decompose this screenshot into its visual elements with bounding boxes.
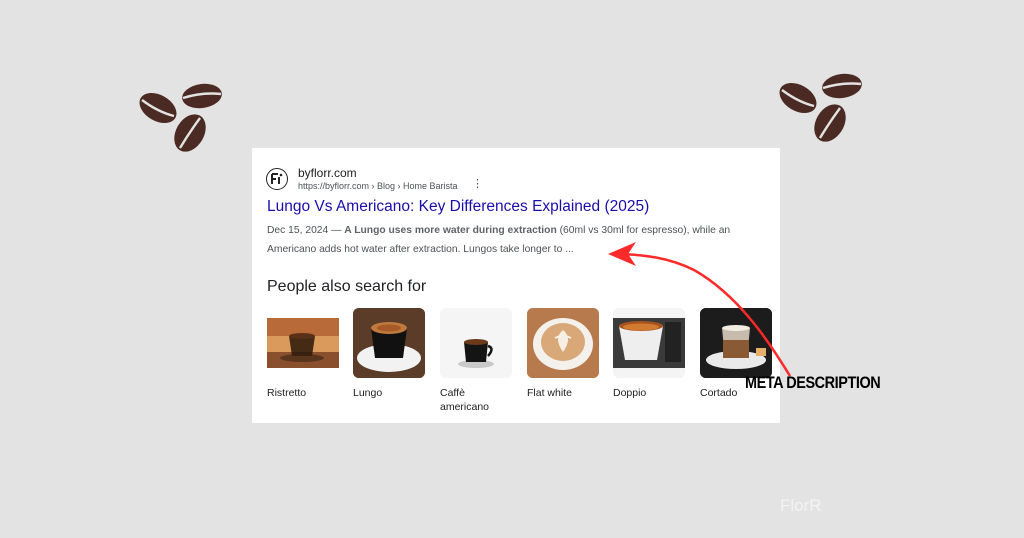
- watermark: FlorR: [780, 496, 822, 515]
- site-name: byflorr.com: [298, 166, 357, 180]
- coffee-beans-icon: [139, 83, 222, 152]
- related-search-caffe-americano[interactable]: Caffè americano: [440, 308, 512, 414]
- people-also-search-heading: People also search for: [267, 278, 427, 295]
- related-search-label: Flat white: [527, 387, 572, 399]
- related-search-flat-white[interactable]: Flat white: [527, 308, 599, 400]
- related-search-label: Ristretto: [267, 387, 307, 399]
- snippet-date: Dec 15, 2024 —: [267, 225, 345, 236]
- lungo-image: [353, 308, 425, 378]
- site-favicon-icon: [266, 168, 288, 190]
- snippet-highlight: A Lungo uses more water during extractio…: [344, 225, 557, 236]
- site-url: https://byflorr.com › Blog › Home Barist…: [298, 181, 458, 191]
- related-search-lungo[interactable]: Lungo: [353, 308, 425, 400]
- annotation-arrow-icon: [608, 242, 792, 377]
- flat-white-image: [527, 308, 599, 378]
- related-search-ristretto[interactable]: Ristretto: [267, 308, 339, 400]
- related-search-label: Doppio: [613, 387, 647, 399]
- snippet-text: Americano adds hot water after extractio…: [267, 244, 574, 255]
- ristretto-image: [267, 308, 339, 378]
- result-source[interactable]: byflorr.com https://byflorr.com › Blog ›…: [266, 166, 766, 194]
- caffe-americano-image: [440, 308, 512, 378]
- more-options-icon[interactable]: ⋮: [472, 179, 483, 190]
- coffee-beans-icon: [779, 73, 862, 142]
- related-search-label: Caffè americano: [440, 387, 490, 413]
- result-title-link[interactable]: Lungo Vs Americano: Key Differences Expl…: [267, 198, 649, 216]
- related-search-label: Lungo: [353, 387, 383, 399]
- snippet-text: (60ml vs 30ml for espresso), while an: [556, 225, 731, 236]
- meta-description-label: META DESCRIPTION: [745, 373, 881, 392]
